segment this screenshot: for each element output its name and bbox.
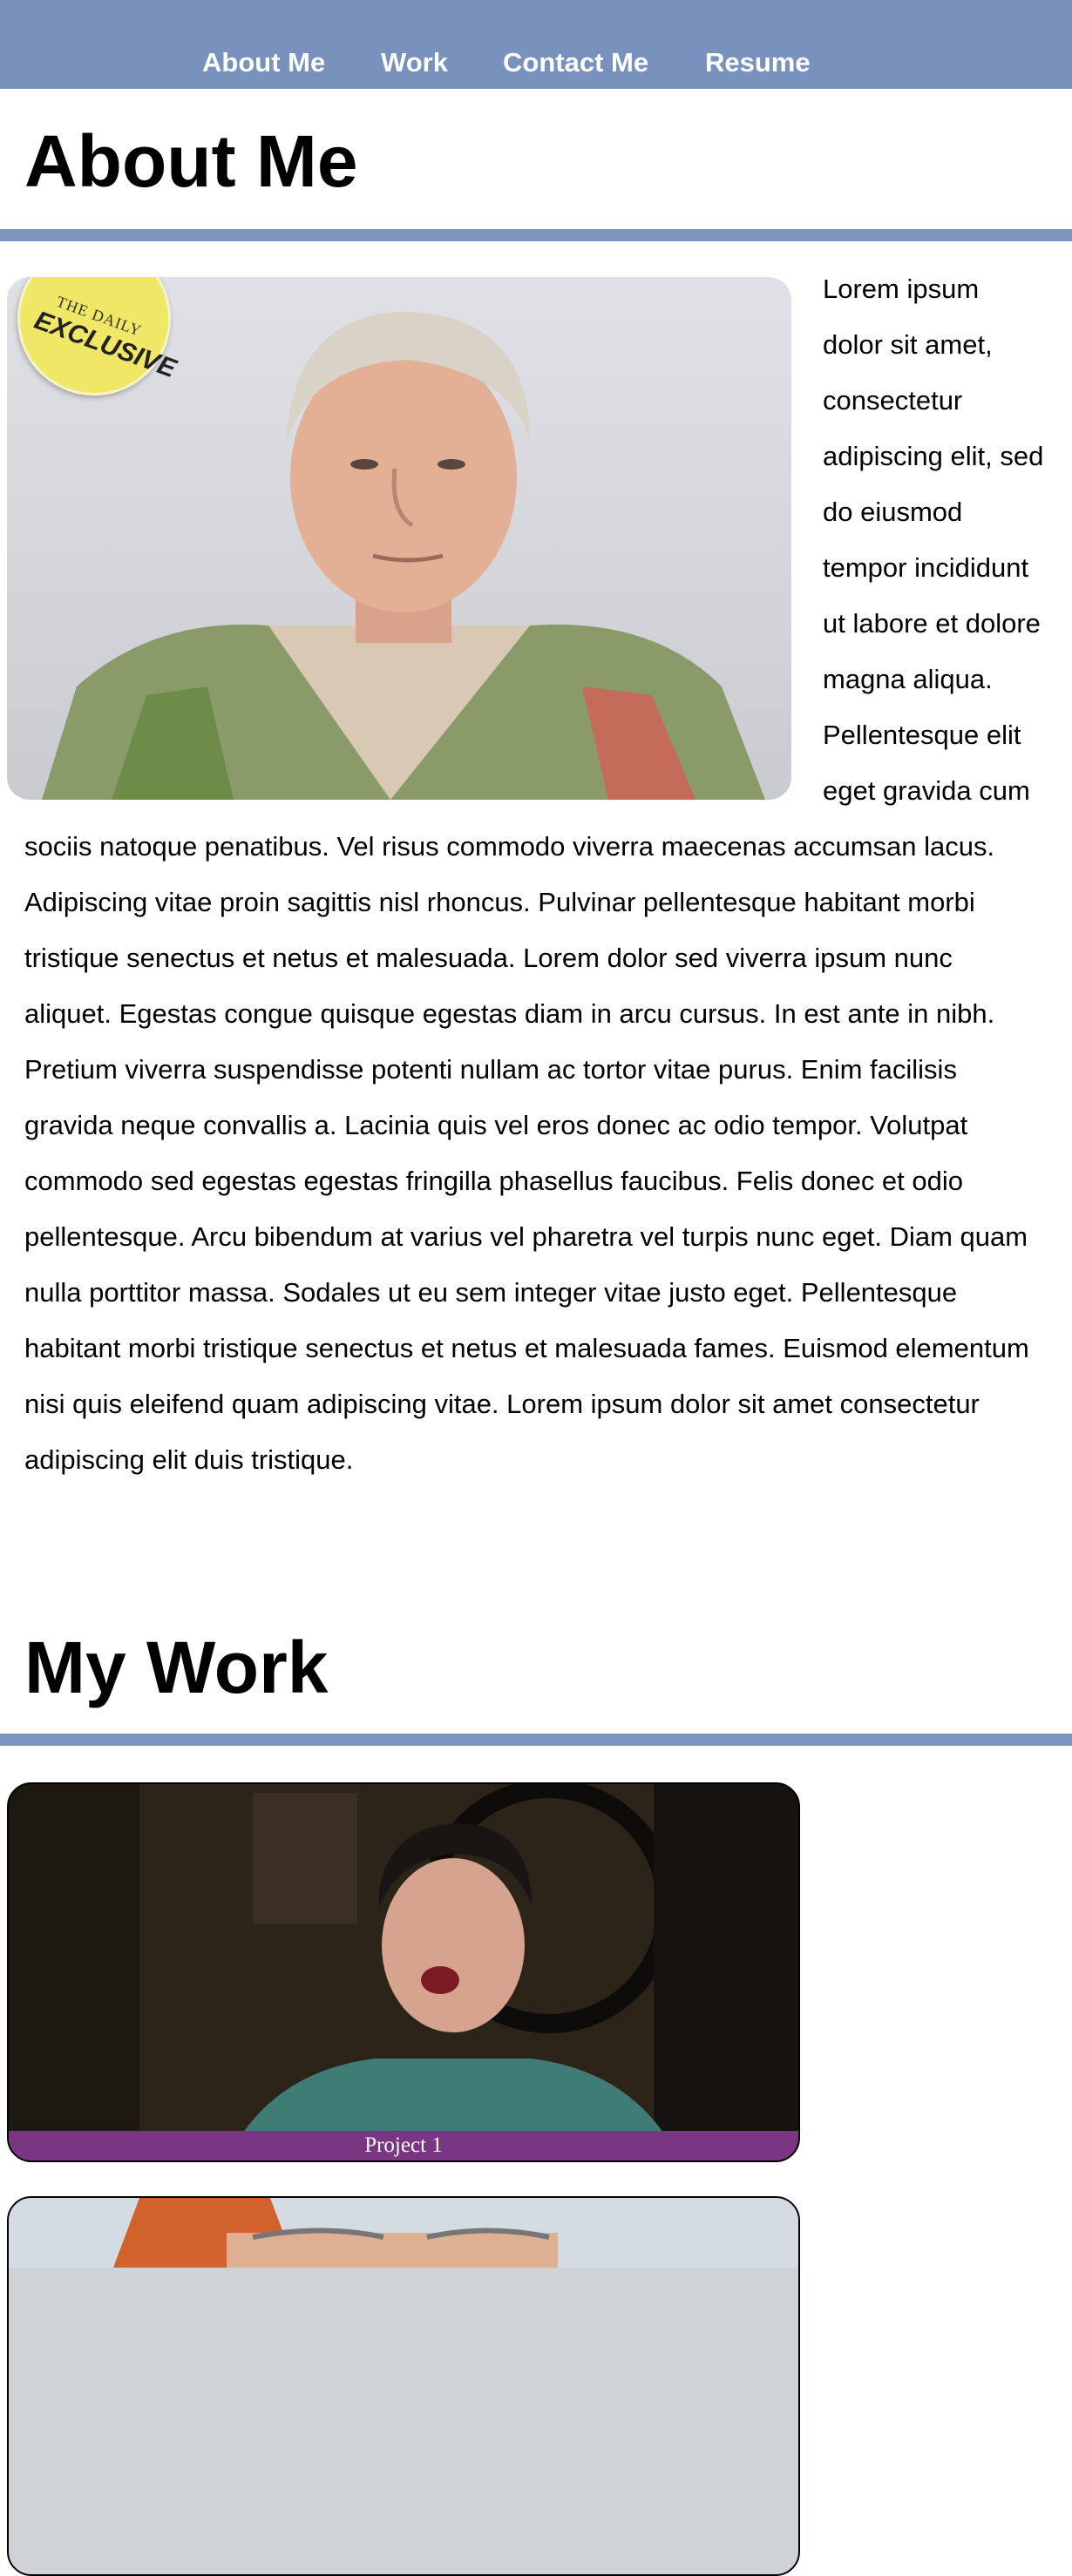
project-caption: Project 1 [9,2131,798,2160]
work-divider [0,1734,1072,1746]
project-1-image [9,1784,798,2160]
nav-about-me[interactable]: About Me [202,47,325,78]
project-card[interactable] [7,2196,800,2576]
nav-contact-me[interactable]: Contact Me [503,47,648,78]
about-bio: Lorem ipsum dolor sit amet, consectetur … [24,261,1046,1488]
project-card[interactable]: Project 1 [7,1782,800,2162]
photo-float-spacer [24,261,823,819]
about-divider [0,229,1072,241]
project-2-image [9,2198,798,2268]
top-nav: About Me Work Contact Me Resume [0,0,1072,89]
about-title: About Me [24,120,358,202]
nav-work[interactable]: Work [381,47,448,78]
work-title: My Work [24,1626,329,1708]
nav-resume[interactable]: Resume [705,47,811,78]
